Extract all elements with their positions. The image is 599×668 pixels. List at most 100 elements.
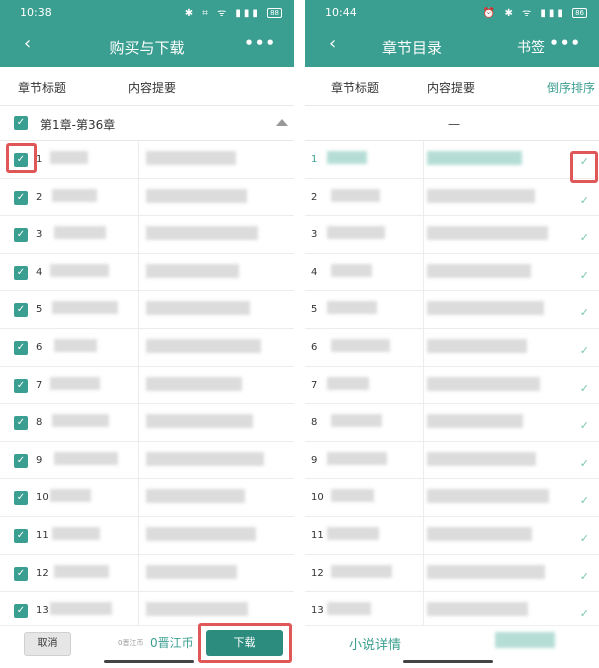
chapter-number: 5 bbox=[36, 304, 43, 316]
chapter-number: 9 bbox=[311, 454, 318, 466]
chapter-checkbox[interactable]: ✓ bbox=[14, 566, 28, 581]
redacted-chapter-summary bbox=[427, 263, 531, 278]
chapter-checkbox[interactable]: ✓ bbox=[14, 604, 28, 619]
chapter-row[interactable]: 7 ✓ bbox=[305, 366, 599, 405]
redacted-chapter-title bbox=[327, 151, 367, 164]
column-divider bbox=[138, 404, 139, 441]
chapter-row[interactable]: 6 ✓ bbox=[305, 328, 599, 367]
chapter-checkbox[interactable]: ✓ bbox=[14, 416, 28, 431]
novel-details-link[interactable]: 小说详情 bbox=[349, 634, 401, 653]
chapter-row[interactable]: ✓ 4 bbox=[0, 253, 294, 292]
chapter-number: 10 bbox=[311, 492, 324, 504]
chapter-row[interactable]: ✓ 6 bbox=[0, 328, 294, 367]
chapter-row[interactable]: 8 ✓ bbox=[305, 404, 599, 442]
redacted-chapter-title bbox=[331, 188, 380, 202]
reverse-sort-button[interactable]: 倒序排序 bbox=[547, 79, 595, 96]
battery-icon: 86 bbox=[572, 8, 587, 18]
chapter-number: 13 bbox=[311, 605, 324, 617]
bookmark-button[interactable]: 书签 bbox=[517, 37, 545, 57]
status-bar: 10:38 ✱ ⌗ ᯤ ▮▮▮ 88 bbox=[0, 0, 294, 25]
chapter-row[interactable]: 4 ✓ bbox=[305, 253, 599, 292]
chapter-row[interactable]: ✓ 5 bbox=[0, 291, 294, 329]
chapter-checkbox[interactable]: ✓ bbox=[14, 303, 28, 318]
chapter-checkbox[interactable]: ✓ bbox=[14, 453, 28, 468]
chapter-row[interactable]: ✓ 12 bbox=[0, 554, 294, 593]
redacted-chapter-title bbox=[50, 376, 100, 390]
chapter-row[interactable]: 3 ✓ bbox=[305, 216, 599, 254]
chapter-number: 7 bbox=[36, 379, 43, 391]
column-divider bbox=[423, 141, 424, 178]
chapter-row[interactable]: 12 ✓ bbox=[305, 554, 599, 593]
title-bar: ‹ 购买与下载 ••• bbox=[0, 25, 294, 67]
redacted-chapter-summary bbox=[427, 188, 535, 203]
redacted-chapter-summary bbox=[146, 226, 258, 241]
column-divider bbox=[423, 216, 424, 253]
redacted-chapter-title bbox=[52, 526, 100, 540]
chapter-checkbox[interactable]: ✓ bbox=[14, 228, 28, 243]
chapter-checkbox[interactable]: ✓ bbox=[14, 190, 28, 205]
downloaded-check-icon: ✓ bbox=[579, 193, 589, 207]
column-divider bbox=[138, 516, 139, 554]
column-divider bbox=[138, 178, 139, 216]
group-checkbox[interactable]: ✓ bbox=[14, 116, 28, 130]
chapter-checkbox[interactable]: ✓ bbox=[14, 378, 28, 393]
chapter-group-row[interactable]: ✓ 第1章-第36章 bbox=[0, 106, 294, 141]
column-divider bbox=[138, 441, 139, 479]
group-collapse-dash[interactable]: 一 bbox=[448, 116, 460, 133]
redacted-chapter-title bbox=[50, 151, 88, 164]
downloaded-check-icon: ✓ bbox=[579, 231, 589, 245]
collapse-caret-icon[interactable] bbox=[276, 119, 288, 126]
chapter-number: 2 bbox=[36, 191, 43, 203]
chapter-row[interactable]: 10 ✓ bbox=[305, 479, 599, 517]
status-icon-glyphs: ✱ ⌗ ᯤ ▮▮▮ bbox=[184, 8, 261, 19]
cancel-button[interactable]: 取消 bbox=[24, 632, 71, 656]
chapter-row[interactable]: ✓ 1 bbox=[0, 141, 294, 179]
column-summary: 内容提要 bbox=[427, 81, 476, 95]
column-divider bbox=[138, 554, 139, 592]
chapter-row[interactable]: 9 ✓ bbox=[305, 441, 599, 480]
chapter-checkbox[interactable]: ✓ bbox=[14, 528, 28, 543]
redacted-chapter-title bbox=[331, 489, 374, 503]
chapter-checkbox[interactable]: ✓ bbox=[14, 491, 28, 506]
more-icon[interactable]: ••• bbox=[244, 34, 276, 52]
chapter-checkbox[interactable]: ✓ bbox=[14, 265, 28, 280]
redacted-chapter-summary bbox=[427, 451, 536, 466]
chapter-row[interactable]: 11 ✓ bbox=[305, 516, 599, 555]
redacted-chapter-title bbox=[50, 263, 109, 277]
chapter-row[interactable]: ✓ 9 bbox=[0, 441, 294, 480]
home-indicator bbox=[104, 660, 194, 663]
downloaded-check-icon: ✓ bbox=[579, 381, 589, 395]
downloaded-check-icon: ✓ bbox=[579, 268, 589, 282]
highlight-box-checkbox bbox=[6, 143, 37, 173]
column-divider bbox=[423, 404, 424, 441]
column-divider bbox=[423, 178, 424, 216]
chapter-checkbox[interactable]: ✓ bbox=[14, 340, 28, 355]
more-icon[interactable]: ••• bbox=[549, 34, 581, 52]
column-divider bbox=[423, 253, 424, 291]
chapter-row[interactable]: ✓ 8 bbox=[0, 404, 294, 442]
chapter-row[interactable]: 2 ✓ bbox=[305, 178, 599, 217]
chapter-directory-screen: 10:44 ⏰ ✱ ᯤ ▮▮▮ 86 ‹ 章节目录 书签 ••• 章节标题 内容… bbox=[305, 0, 599, 668]
chapter-row[interactable]: ✓ 11 bbox=[0, 516, 294, 555]
redacted-button bbox=[495, 632, 555, 648]
chapter-number: 8 bbox=[311, 417, 318, 429]
chapter-row[interactable]: 1 ✓ bbox=[305, 141, 599, 179]
chapter-number: 9 bbox=[36, 454, 43, 466]
column-summary: 内容提要 bbox=[128, 81, 177, 95]
redacted-chapter-title bbox=[52, 188, 97, 202]
redacted-chapter-summary bbox=[146, 564, 237, 579]
column-divider bbox=[138, 141, 139, 178]
chapter-group-row[interactable]: 一 bbox=[305, 106, 599, 141]
chapter-row[interactable]: ✓ 10 bbox=[0, 479, 294, 517]
column-divider bbox=[423, 516, 424, 554]
chapter-row[interactable]: ✓ 3 bbox=[0, 216, 294, 254]
column-divider bbox=[138, 479, 139, 516]
status-icons: ⏰ ✱ ᯤ ▮▮▮ 86 bbox=[483, 5, 587, 19]
redacted-chapter-title bbox=[52, 301, 118, 315]
redacted-chapter-summary bbox=[427, 414, 523, 429]
chapter-row[interactable]: ✓ 2 bbox=[0, 178, 294, 217]
chapter-row[interactable]: ✓ 7 bbox=[0, 366, 294, 405]
chapter-row[interactable]: 5 ✓ bbox=[305, 291, 599, 329]
downloaded-check-icon: ✓ bbox=[579, 306, 589, 320]
downloaded-check-icon: ✓ bbox=[579, 419, 589, 433]
